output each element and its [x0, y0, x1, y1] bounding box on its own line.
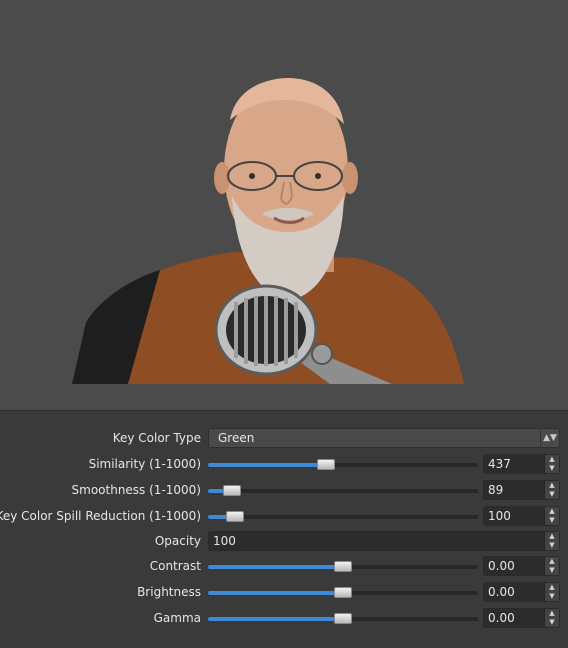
chroma-key-properties: Key Color Type Green ▲▼ Similarity (1-10… [0, 410, 568, 648]
spin-up-icon[interactable]: ▲ [545, 532, 559, 541]
spin-up-icon[interactable]: ▲ [545, 507, 559, 516]
slider-handle[interactable] [223, 485, 241, 496]
slider-handle[interactable] [317, 459, 335, 470]
contrast-slider[interactable] [208, 556, 478, 576]
smoothness-row: Smoothness (1-1000) 89 ▲ ▼ [0, 478, 568, 502]
similarity-spinbox[interactable]: 437 ▲ ▼ [483, 454, 560, 474]
opacity-row: Opacity 100 ▲ ▼ [0, 529, 568, 553]
spin-up-icon[interactable]: ▲ [545, 455, 559, 464]
spin-up-icon[interactable]: ▲ [545, 583, 559, 592]
similarity-slider[interactable] [208, 454, 478, 474]
smoothness-spinbox[interactable]: 89 ▲ ▼ [483, 480, 560, 500]
spin-buttons: ▲ ▼ [544, 609, 559, 627]
brightness-value: 0.00 [488, 585, 515, 599]
gamma-spinbox[interactable]: 0.00 ▲ ▼ [483, 608, 560, 628]
spin-up-icon[interactable]: ▲ [545, 481, 559, 490]
slider-fill [208, 565, 343, 569]
gamma-row: Gamma 0.00 ▲ ▼ [0, 606, 568, 630]
slider-handle[interactable] [226, 511, 244, 522]
spill-reduction-value: 100 [488, 509, 511, 523]
contrast-row: Contrast 0.00 ▲ ▼ [0, 554, 568, 578]
slider-fill [208, 463, 326, 467]
chevron-updown-icon: ▲▼ [540, 429, 559, 447]
spin-down-icon[interactable]: ▼ [545, 566, 559, 575]
slider-handle[interactable] [334, 587, 352, 598]
slider-handle[interactable] [334, 561, 352, 572]
spin-buttons: ▲ ▼ [544, 455, 559, 473]
brightness-spinbox[interactable]: 0.00 ▲ ▼ [483, 582, 560, 602]
spin-down-icon[interactable]: ▼ [545, 541, 559, 550]
slider-fill [208, 591, 343, 595]
spin-down-icon[interactable]: ▼ [545, 490, 559, 499]
preview-image [72, 78, 464, 384]
slider-track [208, 515, 478, 519]
opacity-value: 100 [213, 534, 236, 548]
spin-buttons: ▲ ▼ [544, 583, 559, 601]
gamma-slider[interactable] [208, 608, 478, 628]
contrast-spinbox[interactable]: 0.00 ▲ ▼ [483, 556, 560, 576]
spin-down-icon[interactable]: ▼ [545, 592, 559, 601]
source-preview [0, 0, 568, 410]
brightness-row: Brightness 0.00 ▲ ▼ [0, 580, 568, 604]
spin-up-icon[interactable]: ▲ [545, 609, 559, 618]
slider-handle[interactable] [334, 613, 352, 624]
brightness-slider[interactable] [208, 582, 478, 602]
key-color-type-value: Green [218, 431, 255, 445]
brightness-label: Brightness [137, 585, 201, 599]
key-color-type-row: Key Color Type Green ▲▼ [0, 426, 568, 450]
spill-reduction-row: Key Color Spill Reduction (1-1000) 100 ▲… [0, 504, 568, 528]
similarity-value: 437 [488, 457, 511, 471]
spin-buttons: ▲ ▼ [544, 532, 559, 550]
spin-down-icon[interactable]: ▼ [545, 618, 559, 627]
spin-down-icon[interactable]: ▼ [545, 516, 559, 525]
key-color-type-dropdown[interactable]: Green ▲▼ [208, 428, 560, 448]
spin-buttons: ▲ ▼ [544, 507, 559, 525]
spin-buttons: ▲ ▼ [544, 481, 559, 499]
spin-up-icon[interactable]: ▲ [545, 557, 559, 566]
contrast-label: Contrast [149, 559, 201, 573]
spill-reduction-slider[interactable] [208, 506, 478, 526]
contrast-value: 0.00 [488, 559, 515, 573]
similarity-label: Similarity (1-1000) [88, 457, 201, 471]
key-color-type-label: Key Color Type [112, 431, 201, 445]
smoothness-slider[interactable] [208, 480, 478, 500]
gamma-label: Gamma [153, 611, 201, 625]
spill-reduction-label: Key Color Spill Reduction (1-1000) [0, 509, 201, 523]
spin-buttons: ▲ ▼ [544, 557, 559, 575]
opacity-spinbox[interactable]: 100 ▲ ▼ [208, 531, 560, 551]
gamma-value: 0.00 [488, 611, 515, 625]
smoothness-value: 89 [488, 483, 504, 497]
similarity-row: Similarity (1-1000) 437 ▲ ▼ [0, 452, 568, 476]
spill-reduction-spinbox[interactable]: 100 ▲ ▼ [483, 506, 560, 526]
slider-fill [208, 617, 343, 621]
spin-down-icon[interactable]: ▼ [545, 464, 559, 473]
smoothness-label: Smoothness (1-1000) [71, 483, 201, 497]
opacity-label: Opacity [154, 534, 201, 548]
slider-track [208, 489, 478, 493]
